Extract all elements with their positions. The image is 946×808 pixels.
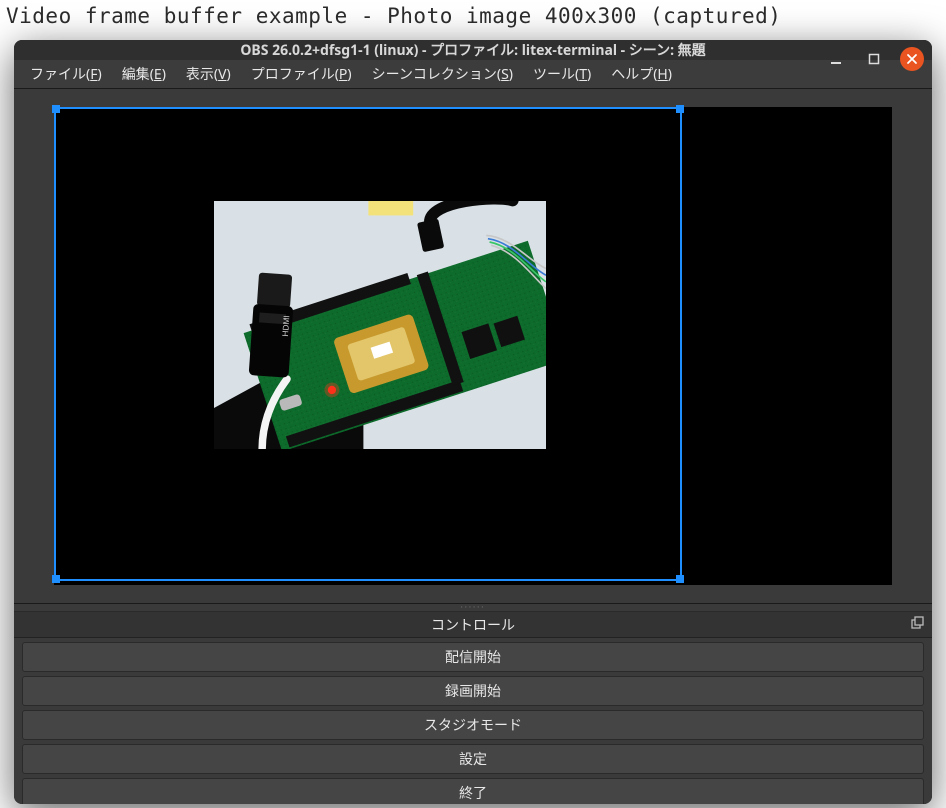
- start-streaming-button[interactable]: 配信開始: [22, 642, 924, 672]
- menu-help[interactable]: ヘルプ(H): [603, 60, 680, 88]
- resize-handle-tr[interactable]: [676, 105, 684, 113]
- minimize-button[interactable]: [824, 47, 848, 71]
- controls-dock-header[interactable]: コントロール: [14, 612, 932, 638]
- maximize-button[interactable]: [862, 47, 886, 71]
- menu-scene-collection[interactable]: シーンコレクション(S): [364, 60, 521, 88]
- menu-tools[interactable]: ツール(T): [525, 60, 599, 88]
- menu-profile[interactable]: プロファイル(P): [243, 60, 360, 88]
- start-recording-button[interactable]: 録画開始: [22, 676, 924, 706]
- exit-button[interactable]: 終了: [22, 778, 924, 804]
- obs-window: OBS 26.0.2+dfsg1-1 (linux) - プロファイル: lit…: [14, 40, 932, 804]
- dock-detach-icon[interactable]: [910, 616, 924, 635]
- titlebar[interactable]: OBS 26.0.2+dfsg1-1 (linux) - プロファイル: lit…: [14, 40, 932, 60]
- menu-edit[interactable]: 編集(E): [114, 60, 174, 88]
- preview-canvas[interactable]: HDMI: [54, 107, 892, 585]
- svg-text:HDMI: HDMI: [280, 315, 291, 337]
- controls-dock-title: コントロール: [431, 615, 515, 635]
- preview-area: HDMI: [14, 89, 932, 603]
- dock-resize-grip[interactable]: ······: [14, 604, 932, 612]
- menubar: ファイル(F) 編集(E) 表示(V) プロファイル(P) シーンコレクション(…: [14, 60, 932, 89]
- menu-file[interactable]: ファイル(F): [22, 60, 110, 88]
- resize-handle-bl[interactable]: [52, 575, 60, 583]
- resize-handle-br[interactable]: [676, 575, 684, 583]
- menu-view[interactable]: 表示(V): [178, 60, 239, 88]
- close-button[interactable]: [900, 47, 924, 71]
- studio-mode-button[interactable]: スタジオモード: [22, 710, 924, 740]
- window-title: OBS 26.0.2+dfsg1-1 (linux) - プロファイル: lit…: [14, 40, 932, 60]
- captured-photo: HDMI: [214, 201, 546, 449]
- settings-button[interactable]: 設定: [22, 744, 924, 774]
- resize-handle-tl[interactable]: [52, 105, 60, 113]
- controls-body: 配信開始 録画開始 スタジオモード 設定 終了: [14, 638, 932, 804]
- window-controls: [824, 40, 924, 78]
- controls-dock: ······ コントロール 配信開始 録画開始 スタジオモード 設定 終了: [14, 603, 932, 804]
- page-caption: Video frame buffer example - Photo image…: [0, 0, 946, 32]
